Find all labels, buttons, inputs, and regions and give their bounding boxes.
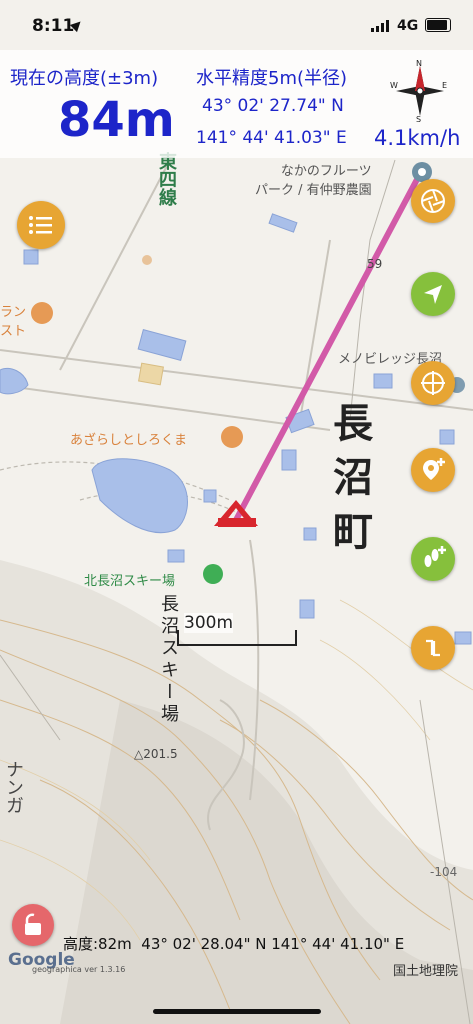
compass-button[interactable] [411, 361, 455, 405]
app-version: geographica ver 1.3.16 [32, 965, 126, 974]
home-indicator [153, 1009, 321, 1014]
navigate-button[interactable] [411, 272, 455, 316]
label-elevation-104: -104 [430, 865, 458, 879]
label-road-line: 東四線 [156, 152, 177, 206]
label-route-59: 59 [367, 257, 383, 271]
footprint-icon [424, 546, 446, 567]
longitude: 141° 44' 41.03" E [196, 128, 347, 148]
label-asaraku: あざらしとしろくま [70, 433, 188, 448]
gsi-attribution: 国土地理院 [393, 964, 459, 979]
altitude-label: 現在の高度(±3m) [10, 68, 159, 89]
add-footprint-button[interactable] [411, 537, 455, 581]
bottom-position-text: 高度:82m 43° 02' 28.04" N 141° 44' 41.10" … [63, 935, 405, 953]
status-time: 8:11 [32, 16, 75, 36]
network-type: 4G [397, 18, 419, 34]
altitude-value: 84m [58, 92, 175, 148]
label-ski-area: 北長沼スキー場 [84, 574, 176, 589]
label-restaurant: ラン スト [0, 305, 27, 339]
compass-n: N [416, 60, 422, 68]
signal-icon [371, 20, 393, 32]
navigation-arrow-icon [424, 285, 442, 304]
layers-button[interactable] [411, 179, 455, 223]
menu-button[interactable] [17, 201, 65, 249]
label-elevation-201: △201.5 [134, 747, 178, 761]
scale-label: 300m [184, 613, 234, 633]
route-button[interactable] [411, 626, 455, 670]
aperture-icon [421, 189, 445, 213]
label-left-vertical: ナンガ [3, 760, 24, 814]
crosshair-icon [421, 371, 445, 395]
list-icon [29, 216, 52, 234]
add-location-button[interactable] [411, 448, 455, 492]
label-town: 長沼町 [326, 402, 372, 564]
add-pin-icon [423, 458, 445, 480]
accuracy-label: 水平精度5m(半径) [196, 68, 348, 89]
compass-w: W [390, 81, 398, 90]
compass-s: S [416, 115, 421, 122]
gps-info-panel: 現在の高度(±3m) 84m 水平精度5m(半径) 43° 02' 27.74"… [0, 50, 473, 158]
label-farm: なかのフルーツ パーク / 有仲野農園 [255, 164, 372, 198]
status-bar: 8:11 4G [0, 0, 473, 50]
compass-e: E [442, 81, 447, 90]
label-ski-vertical: 長沼スキー場 [158, 594, 179, 726]
compass-icon[interactable]: N S E W [390, 60, 450, 122]
latitude: 43° 02' 27.74" N [202, 96, 344, 116]
route-icon [426, 639, 440, 657]
speed: 4.1km/h [374, 126, 461, 150]
battery-icon [425, 18, 451, 32]
